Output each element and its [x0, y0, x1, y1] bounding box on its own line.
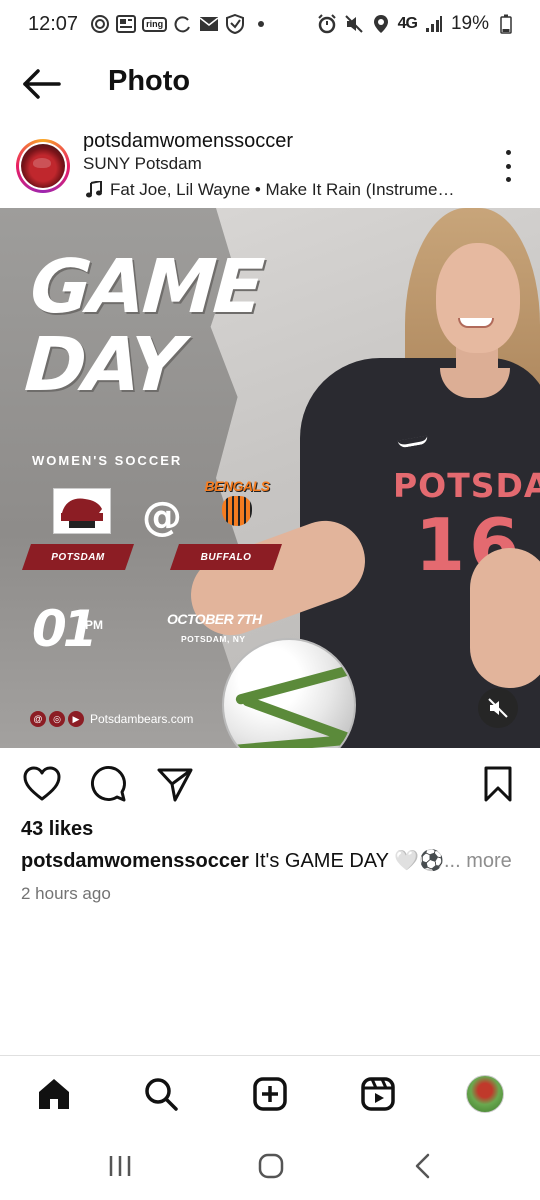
like-button[interactable]: [22, 764, 62, 804]
bear-logo-avatar: [21, 144, 65, 188]
app-header: Photo: [0, 48, 540, 118]
network-type: 4G: [397, 15, 418, 32]
back-button[interactable]: [22, 68, 62, 100]
ball-stripe: [228, 734, 350, 748]
sync-icon: [173, 14, 193, 34]
bengals-wordmark: BENGALS: [204, 478, 270, 494]
nav-profile[interactable]: [465, 1074, 505, 1114]
nav-search[interactable]: [141, 1074, 181, 1114]
headline-line2: DAY: [22, 322, 184, 408]
heart-icon: [23, 766, 61, 801]
ring-icon: ring: [142, 16, 168, 32]
status-right: 4G 19%: [317, 13, 516, 35]
recent-apps-button[interactable]: [100, 1149, 140, 1183]
likes-count[interactable]: 43 likes: [21, 818, 93, 841]
bottom-nav: [0, 1055, 540, 1131]
player-face: [436, 243, 520, 353]
nav-home[interactable]: [34, 1074, 74, 1114]
arrow-left-icon: [23, 69, 61, 99]
save-button[interactable]: [478, 764, 518, 804]
away-team-banner: BUFFALO: [170, 544, 282, 570]
post-username[interactable]: potsdamwomenssoccer: [83, 130, 293, 153]
post-music[interactable]: Fat Joe, Lil Wayne • Make It Rain (Instr…: [86, 180, 455, 200]
social-row: @ ◎ ▶ Potsdambears.com: [30, 711, 193, 727]
battery-icon: [496, 14, 516, 34]
home-team-banner: POTSDAM: [22, 544, 134, 570]
alarm-icon: [317, 14, 337, 34]
nav-create[interactable]: [250, 1074, 290, 1114]
potsdam-bears-logo: [53, 488, 111, 534]
headline-line1: GAME: [27, 244, 264, 330]
status-bar: 12:07 ring 4G 19%: [0, 0, 540, 48]
comment-icon: [91, 766, 126, 802]
tiger-icon: [222, 496, 252, 526]
news-icon: [116, 14, 137, 34]
game-venue: POTSDAM, NY: [181, 634, 246, 644]
music-note-icon: [86, 181, 102, 198]
player-arm-right: [470, 548, 540, 688]
recent-apps-icon: [109, 1156, 131, 1176]
profile-avatar[interactable]: [16, 139, 70, 193]
more-dot-icon: [505, 177, 511, 182]
instagram-icon: @: [30, 711, 46, 727]
game-time-ampm: PM: [85, 618, 103, 632]
jersey-name: POTSDAM: [393, 466, 540, 505]
versus-at: @: [142, 494, 182, 540]
globe-icon: ◎: [49, 711, 65, 727]
battery-percent: 19%: [450, 13, 489, 34]
home-icon: [39, 1079, 69, 1109]
chevron-left-icon: [415, 1153, 430, 1179]
music-label: Fat Joe, Lil Wayne • Make It Rain (Instr…: [110, 180, 455, 199]
post-caption[interactable]: potsdamwomenssoccer It's GAME DAY 🤍⚽... …: [21, 848, 526, 873]
search-icon: [145, 1078, 178, 1111]
home-system-button[interactable]: [251, 1149, 291, 1183]
back-system-button[interactable]: [403, 1149, 443, 1183]
speaker-muted-icon: [488, 698, 508, 718]
buffalo-bengals-logo: BENGALS: [205, 478, 270, 532]
page-title: Photo: [108, 65, 191, 97]
system-nav-bar: [0, 1131, 540, 1200]
plus-square-icon: [253, 1077, 287, 1111]
reels-icon: [361, 1077, 395, 1111]
location-sharing-icon: [90, 14, 110, 34]
status-left: 12:07 ring: [28, 13, 271, 36]
mute-toggle-button[interactable]: [478, 688, 518, 728]
nav-reels[interactable]: [358, 1074, 398, 1114]
post-image[interactable]: POTSDAM 16 GAME DAY WOMEN'S SOCCER @ BEN…: [0, 208, 540, 748]
more-dot-icon: [505, 150, 511, 155]
home-circle-icon: [258, 1153, 284, 1179]
bookmark-icon: [484, 766, 512, 802]
shield-icon: [225, 14, 245, 34]
website-url: Potsdambears.com: [90, 712, 194, 726]
post-timestamp: 2 hours ago: [21, 884, 111, 903]
dot-icon: [251, 14, 271, 34]
signal-icon: [424, 14, 444, 34]
mail-icon: [199, 14, 219, 34]
profile-avatar-icon: [466, 1075, 504, 1113]
post-location[interactable]: SUNY Potsdam: [83, 154, 202, 174]
caption-username[interactable]: potsdamwomenssoccer: [21, 850, 249, 872]
mute-icon: [344, 14, 364, 34]
status-time: 12:07: [28, 12, 79, 35]
event-subtitle: WOMEN'S SOCCER: [32, 453, 183, 468]
caption-more-link[interactable]: ... more: [444, 850, 512, 872]
more-dot-icon: [505, 163, 511, 169]
post-actions: [0, 752, 540, 812]
avatar-border: [19, 142, 67, 190]
player-smile: [458, 318, 494, 328]
comment-button[interactable]: [89, 764, 129, 804]
send-icon: [157, 768, 193, 802]
post-header: potsdamwomenssoccer SUNY Potsdam Fat Joe…: [0, 122, 540, 208]
more-options-button[interactable]: [496, 150, 520, 182]
youtube-icon: ▶: [68, 711, 84, 727]
game-date: OCTOBER 7TH: [167, 611, 262, 627]
caption-text: It's GAME DAY 🤍⚽: [248, 850, 444, 872]
headline: GAME DAY: [22, 244, 264, 408]
location-icon: [371, 14, 391, 34]
share-button[interactable]: [155, 764, 195, 804]
